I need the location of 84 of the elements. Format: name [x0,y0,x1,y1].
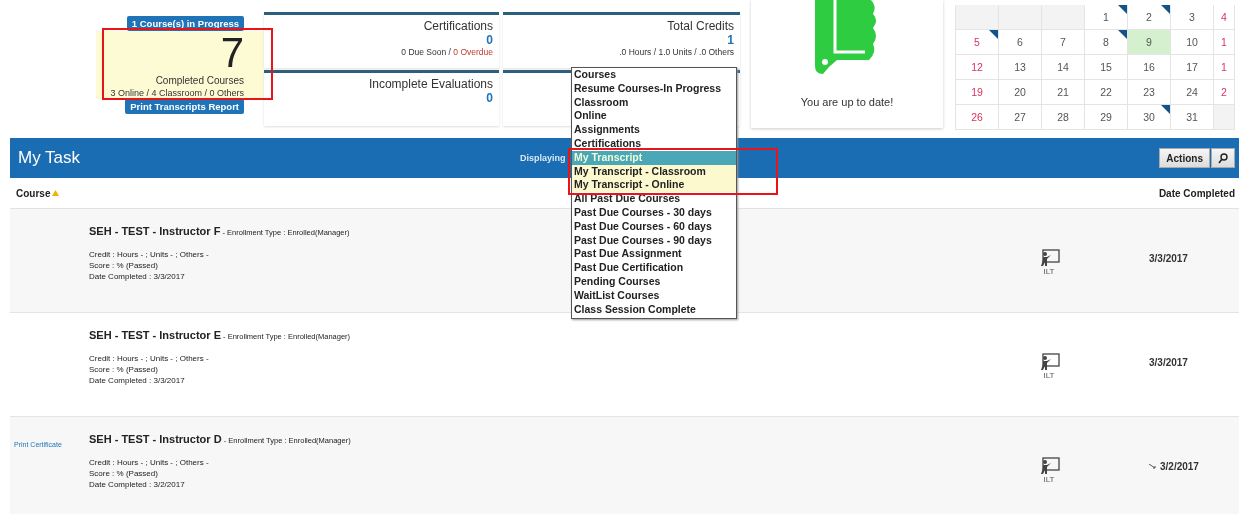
completed-date: 3/2/2017 [1160,461,1199,472]
type-label: ILT [1043,475,1055,484]
dropdown-option[interactable]: Classroom [572,95,736,110]
search-icon [1218,152,1228,164]
completed-label: Completed Courses [155,75,244,86]
dropdown-option[interactable]: WaitList Courses [572,288,736,303]
completed-breakdown: 3 Online / 4 Classroom / 0 Others [110,88,244,98]
credit-line: Credit : Hours - ; Units - ; Others - [89,249,209,260]
calendar-day[interactable]: 26 [956,105,999,130]
calendar-day[interactable]: 8 [1085,30,1128,55]
dropdown-option[interactable]: Pending Courses [572,274,736,289]
dropdown-option[interactable]: Certifications [572,137,736,151]
panel-title: My Task [18,148,82,168]
date-line: Date Completed : 3/3/2017 [89,375,185,386]
calendar-day[interactable]: 17 [1171,55,1214,80]
card-title: Incomplete Evaluations [368,77,493,91]
calendar-day[interactable]: 22 [1085,80,1128,105]
instructor-board-icon [1038,457,1060,475]
calendar-day[interactable]: 21 [1042,80,1085,105]
instructor-board-icon [1038,249,1060,267]
displaying-label: Displaying [520,153,566,163]
dropdown-option[interactable]: Online [572,109,736,124]
calendar-day[interactable]: 10 [1171,30,1214,55]
card-detail: 0 Due Soon / 0 Overdue [401,47,493,57]
dropdown-option[interactable]: Past Due Courses - 30 days [572,205,736,220]
dropdown-option[interactable]: Class Session Complete [572,302,736,317]
calendar-day[interactable]: 15 [1085,55,1128,80]
calendar-day[interactable]: 9 [1128,30,1171,55]
date-line: Date Completed : 3/2/2017 [89,479,185,490]
credit-line: Credit : Hours - ; Units - ; Others - [89,457,209,468]
calendar-day[interactable]: 1 [1214,30,1235,55]
status-message: You are up to date! [800,96,894,108]
calendar-day[interactable]: 23 [1128,80,1171,105]
calendar-day[interactable]: 28 [1042,105,1085,130]
card-value: 1 [727,33,734,47]
calendar-day[interactable]: 16 [1128,55,1171,80]
completed-date: 3/3/2017 [1149,357,1188,368]
calendar-day[interactable]: 5 [956,30,999,55]
calendar-day[interactable]: 1 [1214,55,1235,80]
calendar-day[interactable]: 1 [1085,5,1128,30]
calendar-day[interactable]: 12 [956,55,999,80]
calendar-day[interactable]: 3 [1171,5,1214,30]
dropdown-option[interactable]: Resume Courses-In Progress [572,81,736,96]
completed-count: 7 [220,33,244,73]
dropdown-option[interactable]: Assignments [572,123,736,137]
credit-line: Credit : Hours - ; Units - ; Others - [89,353,209,364]
calendar-day[interactable]: 14 [1042,55,1085,80]
dropdown-option[interactable]: Courses [572,68,736,82]
calendar-day[interactable]: 27 [999,105,1042,130]
card-title: Certifications [423,19,493,33]
calendar-day[interactable]: 20 [999,80,1042,105]
calendar-day[interactable]: 4 [1214,5,1235,30]
dropdown-option[interactable]: My Transcript - Online [572,178,736,193]
calendar-day[interactable]: 19 [956,80,999,105]
calendar-day[interactable]: 2 [1214,80,1235,105]
search-button[interactable] [1211,148,1235,168]
dropdown-option[interactable]: Past Due Courses - 90 days [572,233,736,248]
card-value: 0 [486,91,493,105]
dropdown-option[interactable]: Past Due Certification [572,261,736,275]
course-column-header[interactable]: Course [16,187,60,199]
calendar-day[interactable]: 2 [1128,5,1171,30]
type-label: ILT [1043,267,1055,276]
type-label: ILT [1043,371,1055,380]
calendar-day[interactable]: 31 [1171,105,1214,130]
instructor-board-icon [1038,353,1060,371]
date-line: Date Completed : 3/3/2017 [89,271,185,282]
score-line: Score : % (Passed) [89,260,158,271]
calendar-day[interactable]: 30 [1128,105,1171,130]
card-detail: .0 Hours / 1.0 Units / .0 Others [619,47,734,57]
dropdown-option[interactable]: Past Due Assignment [572,247,736,262]
calendar-day[interactable]: 29 [1085,105,1128,130]
calendar-day[interactable]: 24 [1171,80,1214,105]
card-title: Total Credits [667,19,734,33]
date-column-header[interactable]: Date Completed [1158,187,1235,199]
dropdown-option[interactable]: Past Due Courses - 60 days [572,219,736,234]
calendar-day[interactable]: 6 [999,30,1042,55]
calendar-day[interactable]: 13 [999,55,1042,80]
calendar-day[interactable]: 7 [1042,30,1085,55]
card-value: 0 [486,33,493,47]
score-line: Score : % (Passed) [89,468,158,479]
completed-date: 3/3/2017 [1149,253,1188,264]
sort-ascending-icon [52,190,60,196]
actions-button[interactable]: Actions [1159,148,1210,168]
score-line: Score : % (Passed) [89,364,158,375]
